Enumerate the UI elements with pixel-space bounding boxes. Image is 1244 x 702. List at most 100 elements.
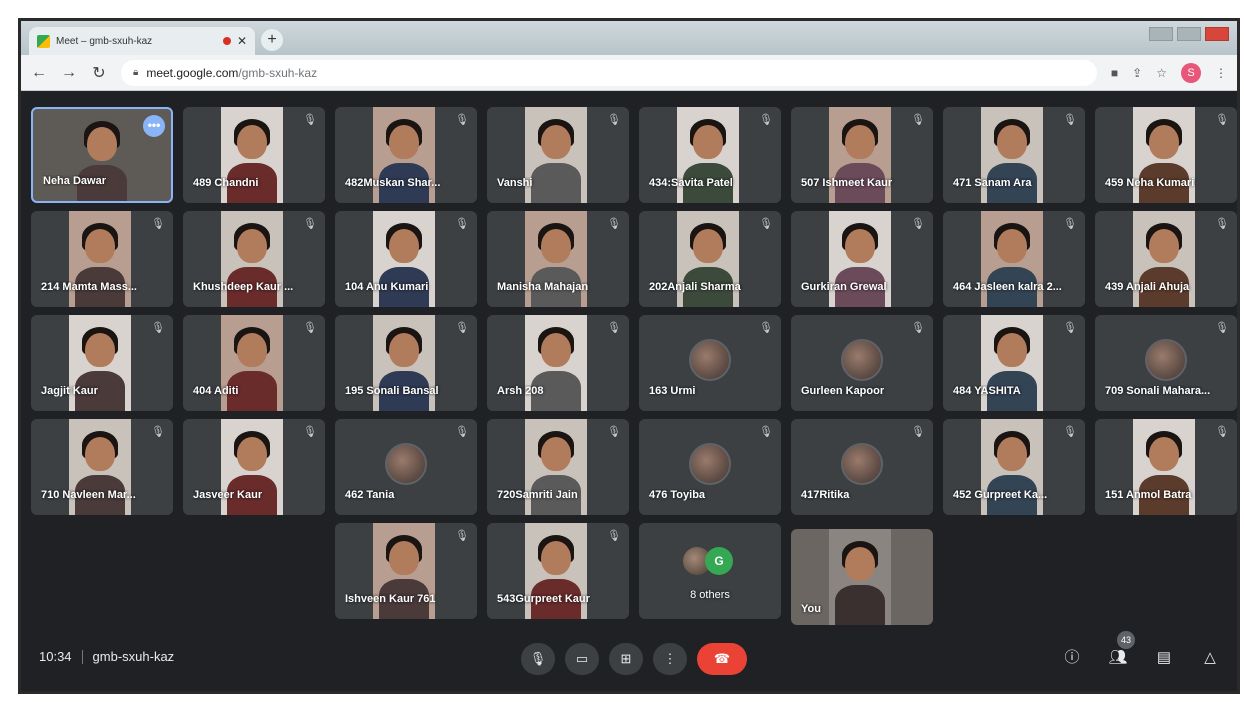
mic-muted-icon: 🎙︎ <box>1063 426 1077 438</box>
url-text: meet.google.com/gmb-sxuh-kaz <box>146 66 317 80</box>
participant-tile[interactable]: 🎙︎ 439 Anjali Ahuja <box>1095 211 1237 307</box>
minimize-button[interactable] <box>1149 27 1173 41</box>
browser-tab-strip: Meet – gmb-sxuh-kaz ✕ + <box>21 21 1237 55</box>
participant-tile[interactable]: 🎙︎ 489 Chandni <box>183 107 325 203</box>
self-view-tile[interactable]: You <box>791 529 933 625</box>
participant-tile[interactable]: 🎙︎ 151 Anmol Batra <box>1095 419 1237 515</box>
participant-tile[interactable]: 🎙︎ 464 Jasleen kalra 2... <box>943 211 1085 307</box>
participant-tile[interactable]: 🎙︎ 507 Ishmeet Kaur <box>791 107 933 203</box>
mic-muted-icon: 🎙︎ <box>911 322 925 334</box>
forward-arrow-icon[interactable]: → <box>61 64 77 82</box>
self-label: You <box>801 603 821 615</box>
participant-tile[interactable]: 🎙︎ Gurleen Kapoor <box>791 315 933 411</box>
more-options-button[interactable]: ⋮ <box>653 643 687 675</box>
call-controls: 🎙︎ ▭ ⊞ ⋮ ☎︎ <box>521 643 747 675</box>
participant-tile[interactable]: 🎙︎ Manisha Mahajan <box>487 211 629 307</box>
mic-muted-icon: 🎙︎ <box>1063 218 1077 230</box>
participant-name: 195 Sonali Bansal <box>345 385 439 397</box>
maximize-button[interactable] <box>1177 27 1201 41</box>
present-button[interactable]: ⊞ <box>609 643 643 675</box>
mic-muted-icon: 🎙︎ <box>303 322 317 334</box>
mic-muted-icon: 🎙︎ <box>455 322 469 334</box>
chat-icon: ▤ <box>1156 649 1172 666</box>
meeting-control-bar: 10:34 gmb-sxuh-kaz 🎙︎ ▭ ⊞ ⋮ ☎︎ ⓘ 👥︎ 43 ▤… <box>21 629 1237 689</box>
participant-name: 720Samriti Jain <box>497 489 578 501</box>
back-arrow-icon[interactable]: ← <box>31 64 47 82</box>
new-tab-button[interactable]: + <box>261 29 283 51</box>
kebab-menu-icon[interactable]: ⋮ <box>1215 66 1227 80</box>
participant-tile[interactable]: 🎙︎ Arsh 208 <box>487 315 629 411</box>
more-options-icon[interactable]: ••• <box>143 115 165 137</box>
activities-button[interactable]: △ <box>1197 645 1223 671</box>
mic-muted-icon: 🎙︎ <box>911 114 925 126</box>
participant-name: Jagjit Kaur <box>41 385 98 397</box>
participant-tile[interactable]: 🎙︎ Vanshi <box>487 107 629 203</box>
participant-tile[interactable]: 🎙︎ Ishveen Kaur 761 <box>335 523 477 619</box>
people-button[interactable]: 👥︎ 43 <box>1105 631 1135 671</box>
participant-name: 464 Jasleen kalra 2... <box>953 281 1062 293</box>
people-icon: 👥︎ <box>1108 649 1128 666</box>
bookmark-star-icon[interactable]: ☆ <box>1156 66 1167 80</box>
mic-muted-icon: 🎙︎ <box>151 322 165 334</box>
mic-muted-icon: 🎙︎ <box>759 114 773 126</box>
mic-muted-icon: 🎙︎ <box>911 426 925 438</box>
participant-tile[interactable]: 🎙︎ 417Ritika <box>791 419 933 515</box>
participant-tile[interactable]: 🎙︎ 482Muskan Shar... <box>335 107 477 203</box>
mic-muted-icon: 🎙︎ <box>303 218 317 230</box>
participant-tile[interactable]: 🎙︎ 163 Urmi <box>639 315 781 411</box>
participant-tile[interactable]: 🎙︎ 543Gurpreet Kaur <box>487 523 629 619</box>
lock-icon: 🔒︎ <box>133 67 139 78</box>
participant-name: Ishveen Kaur 761 <box>345 593 436 605</box>
participant-tile[interactable]: 🎙︎ 710 Navleen Mar... <box>31 419 173 515</box>
participant-tile[interactable]: 🎙︎ 195 Sonali Bansal <box>335 315 477 411</box>
mic-muted-icon: 🎙︎ <box>759 426 773 438</box>
microphone-icon: 🎙︎ <box>529 651 547 666</box>
mic-muted-icon: 🎙︎ <box>1063 322 1077 334</box>
participant-name: 439 Anjali Ahuja <box>1105 281 1190 293</box>
participant-name: 214 Mamta Mass... <box>41 281 137 293</box>
participant-tile[interactable]: 🎙︎ 709 Sonali Mahara... <box>1095 315 1237 411</box>
meet-favicon-icon <box>37 34 50 48</box>
participant-tile[interactable]: ••• Neha Dawar <box>31 107 173 203</box>
participant-tile[interactable]: 🎙︎ 476 Toyiba <box>639 419 781 515</box>
close-tab-icon[interactable]: ✕ <box>237 34 247 48</box>
participant-tile[interactable]: 🎙︎ 459 Neha Kumari <box>1095 107 1237 203</box>
meeting-details-button[interactable]: ⓘ <box>1059 645 1085 671</box>
share-icon[interactable]: ⇪ <box>1132 66 1142 80</box>
participant-tile[interactable]: 🎙︎ Jasveer Kaur <box>183 419 325 515</box>
participant-grid: ••• Neha Dawar 🎙︎ 489 Chandni 🎙︎ 482Muskan Sh… <box>21 93 1237 629</box>
participant-tile[interactable]: 🎙︎ 104 Anu Kumari <box>335 211 477 307</box>
url-host: meet.google.com <box>146 65 239 80</box>
camera-in-use-icon[interactable]: ■ <box>1111 66 1118 80</box>
participant-video <box>71 109 133 201</box>
participant-tile[interactable]: 🎙︎ 462 Tania <box>335 419 477 515</box>
participant-tile[interactable]: 🎙︎ Khushdeep Kaur ... <box>183 211 325 307</box>
reload-icon[interactable]: ↻ <box>91 63 107 83</box>
close-window-button[interactable] <box>1205 27 1229 41</box>
chat-button[interactable]: ▤ <box>1151 645 1177 671</box>
others-label: 8 others <box>690 589 730 601</box>
participant-tile[interactable]: 🎙︎ 471 Sanam Ara <box>943 107 1085 203</box>
browser-tab[interactable]: Meet – gmb-sxuh-kaz ✕ <box>29 27 255 55</box>
profile-avatar[interactable]: S <box>1181 62 1201 83</box>
participant-tile[interactable]: 🎙︎ 202Anjali Sharma <box>639 211 781 307</box>
participant-tile[interactable]: 🎙︎ 452 Gurpreet Ka... <box>943 419 1085 515</box>
participant-tile[interactable]: 🎙︎ 214 Mamta Mass... <box>31 211 173 307</box>
mic-muted-icon: 🎙︎ <box>455 114 469 126</box>
participant-tile[interactable]: 🎙︎ 434:Savita Patel <box>639 107 781 203</box>
side-panel-controls: ⓘ 👥︎ 43 ▤ △ <box>1059 631 1223 671</box>
participant-tile[interactable]: 🎙︎ Jagjit Kaur <box>31 315 173 411</box>
participant-name: Khushdeep Kaur ... <box>193 281 294 293</box>
participant-tile[interactable]: 🎙︎ 720Samriti Jain <box>487 419 629 515</box>
others-tile[interactable]: G 8 others <box>639 523 781 619</box>
leave-call-button[interactable]: ☎︎ <box>697 643 747 675</box>
window-controls <box>1149 27 1229 41</box>
participant-tile[interactable]: 🎙︎ 484 YASHITA <box>943 315 1085 411</box>
participant-tile[interactable]: 🎙︎ Gurkiran Grewal <box>791 211 933 307</box>
url-input[interactable]: 🔒︎ meet.google.com/gmb-sxuh-kaz <box>121 59 1097 86</box>
participant-tile[interactable]: 🎙︎ 404 Aditi <box>183 315 325 411</box>
mic-muted-icon: 🎙︎ <box>455 218 469 230</box>
camera-button[interactable]: ▭ <box>565 643 599 675</box>
mic-muted-icon: 🎙︎ <box>1063 114 1077 126</box>
microphone-button[interactable]: 🎙︎ <box>521 643 555 675</box>
